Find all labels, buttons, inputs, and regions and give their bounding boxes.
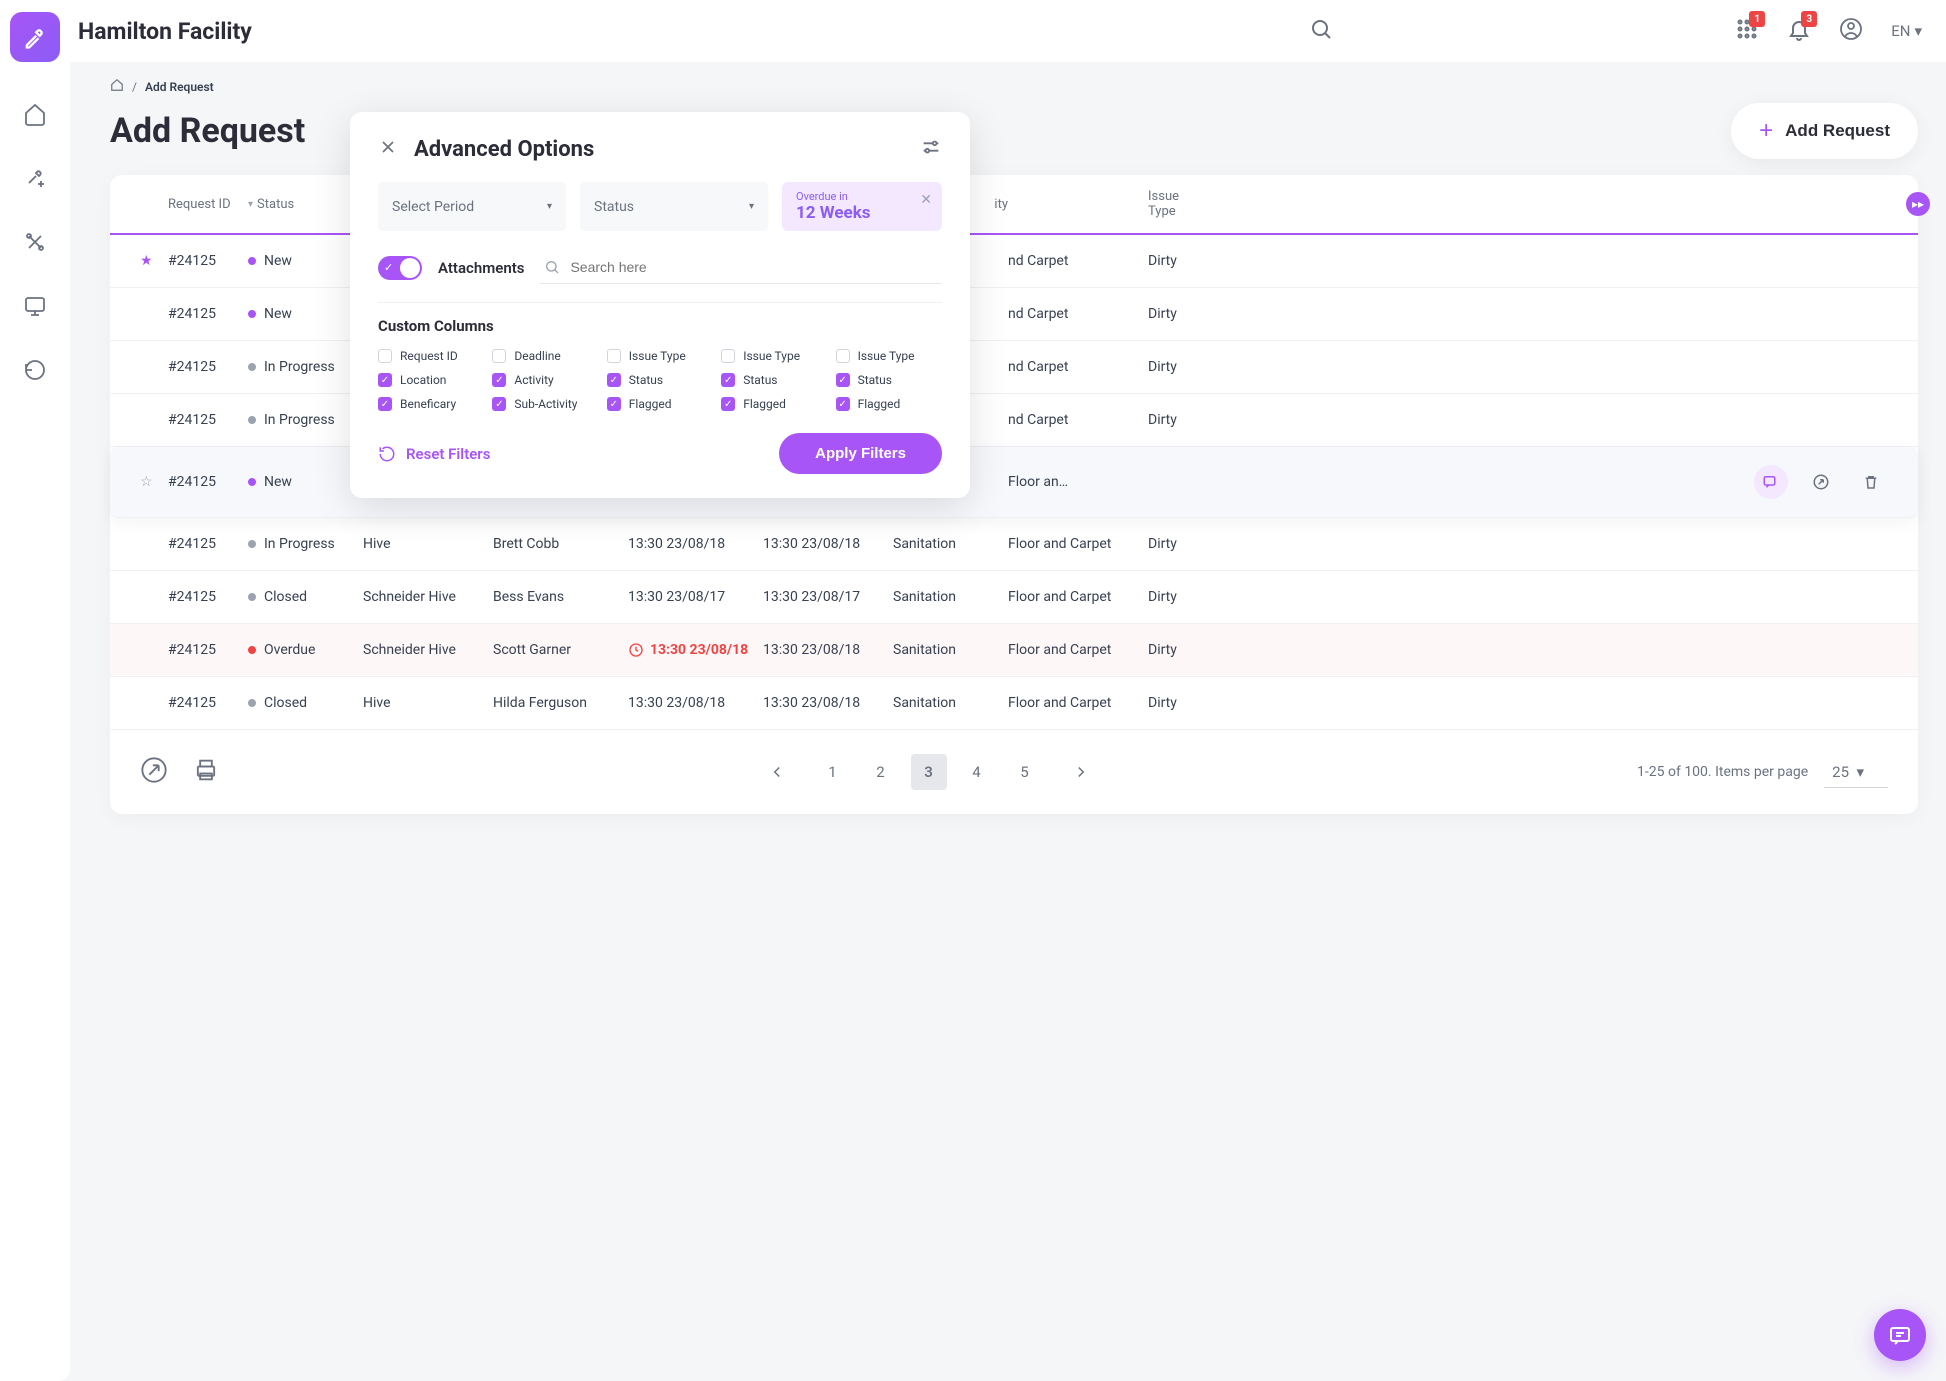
- col-issue-type[interactable]: Issue Type: [1148, 189, 1208, 219]
- attachments-toggle[interactable]: ✓: [378, 256, 422, 280]
- filter-chip-overdue: Overdue in 12 Weeks ✕: [782, 182, 942, 231]
- pagination: 12345: [220, 754, 1637, 790]
- column-checkbox[interactable]: Deadline: [492, 349, 598, 363]
- custom-columns-title: Custom Columns: [378, 302, 942, 335]
- column-checkbox[interactable]: Issue Type: [721, 349, 827, 363]
- column-checkbox[interactable]: ✓Status: [836, 373, 942, 387]
- select-period[interactable]: Select Period▾: [378, 182, 566, 231]
- column-checkbox[interactable]: ✓Flagged: [607, 397, 713, 411]
- table-row[interactable]: #24125ClosedHiveHilda Ferguson13:30 23/0…: [110, 677, 1918, 730]
- column-checkbox[interactable]: ✓Location: [378, 373, 484, 387]
- breadcrumb-current: Add Request: [145, 80, 214, 94]
- column-checkbox[interactable]: Issue Type: [836, 349, 942, 363]
- header: Hamilton Facility 1 3 EN▾: [70, 0, 1946, 62]
- column-checkbox[interactable]: ✓Sub-Activity: [492, 397, 598, 411]
- home-icon[interactable]: [110, 78, 124, 95]
- breadcrumb: / Add Request: [110, 78, 1918, 95]
- col-status[interactable]: ▾Status: [248, 189, 363, 219]
- column-checkbox[interactable]: ✓Flagged: [836, 397, 942, 411]
- nav-wrench-plus-icon[interactable]: [15, 158, 55, 198]
- close-icon[interactable]: [378, 137, 398, 161]
- app-title: Hamilton Facility: [78, 18, 907, 45]
- column-checkbox[interactable]: Request ID: [378, 349, 484, 363]
- app-logo: [10, 12, 60, 62]
- col-request-id[interactable]: Request ID: [168, 189, 248, 219]
- pagination-summary: 1-25 of 100. Items per page: [1637, 764, 1808, 780]
- page-number[interactable]: 3: [911, 754, 947, 790]
- nav-home-icon[interactable]: [15, 94, 55, 134]
- add-request-button[interactable]: + Add Request: [1731, 103, 1918, 159]
- bell-icon[interactable]: 3: [1787, 17, 1811, 45]
- table-footer: 12345 1-25 of 100. Items per page 25 ▾: [110, 730, 1918, 814]
- star-icon[interactable]: ☆: [140, 474, 153, 490]
- chat-fab[interactable]: [1874, 1309, 1926, 1361]
- print-icon[interactable]: [192, 756, 220, 788]
- export-icon[interactable]: [140, 756, 168, 788]
- nav-tools-icon[interactable]: [15, 222, 55, 262]
- column-checkbox[interactable]: ✓Status: [721, 373, 827, 387]
- page-number[interactable]: 5: [1007, 754, 1043, 790]
- page-number[interactable]: 2: [863, 754, 899, 790]
- plus-icon: +: [1759, 117, 1773, 145]
- column-checkbox[interactable]: ✓Flagged: [721, 397, 827, 411]
- per-page-select[interactable]: 25 ▾: [1824, 757, 1888, 788]
- column-checkbox[interactable]: ✓Activity: [492, 373, 598, 387]
- select-status[interactable]: Status▾: [580, 182, 768, 231]
- modal-title: Advanced Options: [414, 137, 904, 162]
- table-row[interactable]: #24125OverdueSchneider HiveScott Garner1…: [110, 624, 1918, 677]
- page-next[interactable]: [1063, 754, 1099, 790]
- column-checkbox[interactable]: ✓Beneficary: [378, 397, 484, 411]
- search-input[interactable]: [540, 251, 942, 284]
- chat-icon[interactable]: [1754, 465, 1788, 499]
- page-prev[interactable]: [759, 754, 795, 790]
- trash-icon[interactable]: [1854, 465, 1888, 499]
- page-number[interactable]: 1: [815, 754, 851, 790]
- apps-badge: 1: [1749, 11, 1765, 27]
- notif-badge: 3: [1801, 11, 1817, 27]
- reset-filters-button[interactable]: Reset Filters: [378, 445, 490, 463]
- apply-filters-button[interactable]: Apply Filters: [779, 433, 942, 474]
- table-row[interactable]: #24125ClosedSchneider HiveBess Evans13:3…: [110, 571, 1918, 624]
- star-icon[interactable]: ★: [140, 253, 153, 269]
- chip-remove-icon[interactable]: ✕: [920, 192, 932, 208]
- advanced-options-modal: Advanced Options Select Period▾ Status▾ …: [350, 112, 970, 498]
- nav-history-icon[interactable]: [15, 350, 55, 390]
- language-selector[interactable]: EN▾: [1891, 22, 1922, 40]
- fast-forward-icon[interactable]: ▸▸: [1906, 192, 1930, 216]
- apps-icon[interactable]: 1: [1735, 17, 1759, 45]
- page-number[interactable]: 4: [959, 754, 995, 790]
- table-row[interactable]: #24125In ProgressHiveBrett Cobb13:30 23/…: [110, 518, 1918, 571]
- sliders-icon[interactable]: [920, 136, 942, 162]
- open-icon[interactable]: [1804, 465, 1838, 499]
- attachments-label: Attachments: [438, 259, 524, 277]
- user-icon[interactable]: [1839, 17, 1863, 45]
- nav-monitor-icon[interactable]: [15, 286, 55, 326]
- column-checkbox[interactable]: ✓Status: [607, 373, 713, 387]
- page-title: Add Request: [110, 111, 305, 151]
- column-checkbox[interactable]: Issue Type: [607, 349, 713, 363]
- search-icon[interactable]: [1309, 17, 1333, 45]
- sidebar: [0, 0, 70, 1381]
